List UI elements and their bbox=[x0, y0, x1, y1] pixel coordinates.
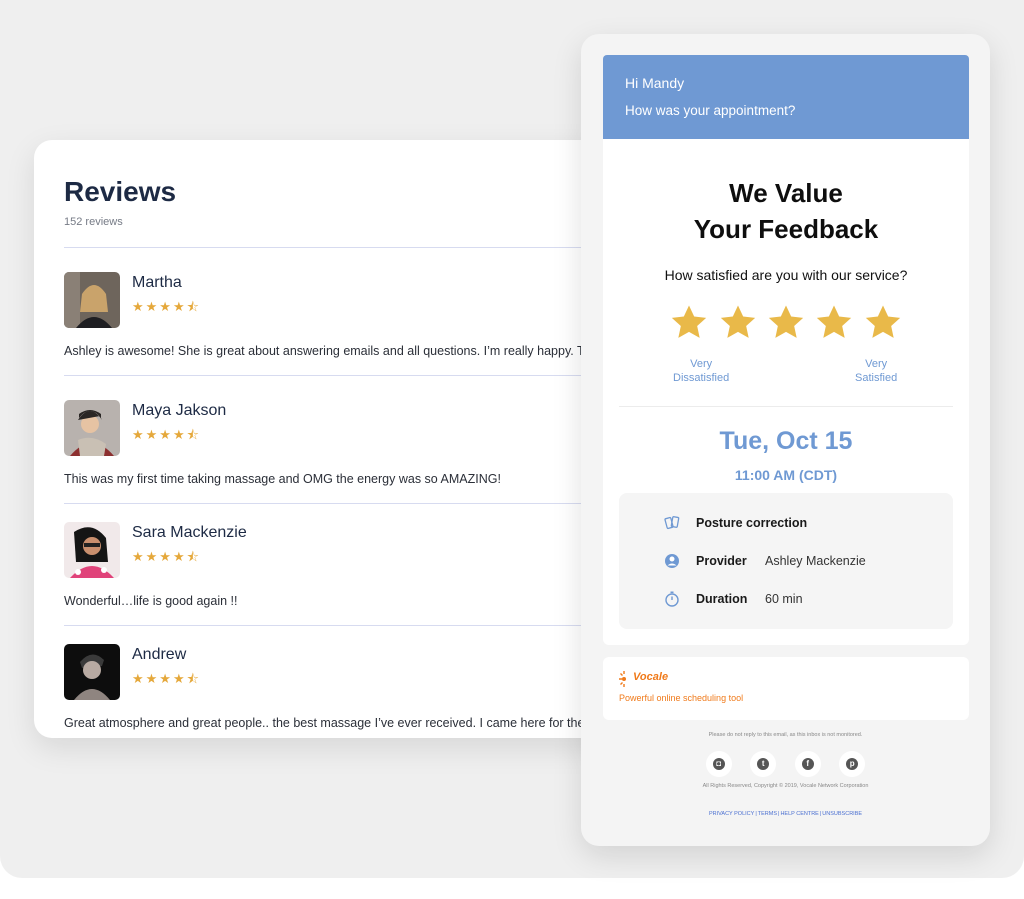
rating-star-1[interactable] bbox=[669, 303, 709, 343]
email-body: We Value Your Feedback How satisfied are… bbox=[603, 139, 969, 645]
rating-stars: ★★★★⯪ bbox=[132, 671, 201, 686]
duration-value: 60 min bbox=[765, 592, 803, 606]
rating-star-5[interactable] bbox=[863, 303, 903, 343]
duration-label: Duration bbox=[696, 592, 748, 606]
brand-name: Vocale bbox=[633, 671, 669, 683]
detail-row-service: Posture correction bbox=[619, 513, 953, 533]
rating-star-2[interactable] bbox=[718, 303, 758, 343]
feedback-email-card: Hi Mandy How was your appointment? We Va… bbox=[581, 34, 990, 846]
headline-line: Your Feedback bbox=[693, 214, 879, 244]
help-centre-link[interactable]: HELP CENTRE bbox=[780, 811, 818, 817]
greeting: Hi Mandy bbox=[625, 75, 685, 91]
review-text: Wonderful…life is good again !! bbox=[64, 594, 238, 608]
avatar bbox=[64, 400, 120, 456]
reviewer-name: Martha bbox=[132, 274, 182, 291]
reviewer-name: Sara Mackenzie bbox=[132, 524, 247, 541]
detail-row-provider: Provider Ashley Mackenzie bbox=[619, 551, 953, 571]
provider-label: Provider bbox=[696, 554, 747, 568]
rating-stars: ★★★★⯪ bbox=[132, 299, 201, 314]
stopwatch-icon bbox=[665, 591, 679, 607]
headline-line: We Value bbox=[729, 178, 843, 208]
feedback-headline: We Value Your Feedback bbox=[603, 175, 969, 247]
divider bbox=[64, 375, 584, 376]
twitter-icon[interactable]: t bbox=[750, 751, 777, 777]
pinterest-icon[interactable]: p bbox=[839, 751, 866, 777]
satisfaction-rating bbox=[603, 303, 969, 348]
divider bbox=[619, 406, 953, 407]
email-header: Hi Mandy How was your appointment? bbox=[603, 55, 969, 139]
avatar bbox=[64, 522, 120, 578]
scale-low-word: Dissatisfied bbox=[673, 372, 730, 384]
detail-row-duration: Duration 60 min bbox=[619, 589, 953, 609]
rating-stars: ★★★★⯪ bbox=[132, 549, 201, 564]
instagram-icon[interactable]: ◘ bbox=[705, 751, 732, 777]
review-text: This was my first time taking massage an… bbox=[64, 472, 501, 486]
reviewer-name: Maya Jakson bbox=[132, 402, 227, 419]
copyright: All Rights Reserved, Copyright © 2019, V… bbox=[702, 783, 869, 789]
reviewer-name: Andrew bbox=[132, 646, 187, 663]
footer-links: PRIVACY POLICY|TERMS|HELP CENTRE|UNSUBSC… bbox=[708, 811, 863, 817]
unsubscribe-link[interactable]: UNSUBSCRIBE bbox=[822, 811, 862, 817]
scale-high-word: Satisfied bbox=[855, 372, 898, 384]
privacy-policy-link[interactable]: PRIVACY POLICY bbox=[709, 811, 754, 817]
brand-footer: Vocale Powerful online scheduling tool bbox=[603, 657, 969, 720]
appointment-date: Tue, Oct 15 bbox=[719, 427, 853, 455]
appointment-time: 11:00 AM (CDT) bbox=[734, 467, 838, 483]
provider-value: Ashley Mackenzie bbox=[765, 554, 866, 568]
service-icon bbox=[664, 516, 680, 530]
scale-low-label: Very Dissatisfied bbox=[673, 357, 729, 385]
social-links: ◘ t f p bbox=[581, 751, 990, 782]
facebook-icon[interactable]: f bbox=[794, 751, 821, 777]
divider bbox=[64, 247, 584, 248]
terms-link[interactable]: TERMS bbox=[758, 811, 777, 817]
appointment-details: Posture correction Provider Ashley Macke… bbox=[619, 493, 953, 629]
appointment-question: How was your appointment? bbox=[625, 103, 796, 118]
satisfaction-question: How satisfied are you with our service? bbox=[664, 267, 908, 283]
divider bbox=[64, 503, 584, 504]
scale-high-label: Very Satisfied bbox=[855, 357, 897, 385]
rating-star-3[interactable] bbox=[766, 303, 806, 343]
reviews-count: 152 reviews bbox=[64, 216, 123, 228]
avatar bbox=[64, 644, 120, 700]
brand-tagline: Powerful online scheduling tool bbox=[619, 693, 744, 703]
noreply-notice: Please do not reply to this email, as th… bbox=[708, 732, 863, 738]
rating-stars: ★★★★⯪ bbox=[132, 427, 201, 442]
vocale-logo-mark bbox=[619, 671, 626, 687]
review-text: Great atmosphere and great people.. the … bbox=[64, 716, 584, 730]
reviews-list-container: Reviews 152 reviews Martha ★★★★⯪ Ashley … bbox=[64, 140, 584, 738]
reviews-title: Reviews bbox=[64, 176, 177, 207]
scale-low-word: Very bbox=[690, 358, 713, 370]
avatar bbox=[64, 272, 120, 328]
review-text: Ashley is awesome! She is great about an… bbox=[64, 344, 584, 358]
service-name: Posture correction bbox=[696, 516, 808, 530]
scale-high-word: Very bbox=[865, 358, 888, 370]
reviews-card: Reviews 152 reviews Martha ★★★★⯪ Ashley … bbox=[34, 140, 634, 738]
user-icon bbox=[665, 554, 679, 568]
divider bbox=[64, 625, 584, 626]
rating-star-4[interactable] bbox=[814, 303, 854, 343]
